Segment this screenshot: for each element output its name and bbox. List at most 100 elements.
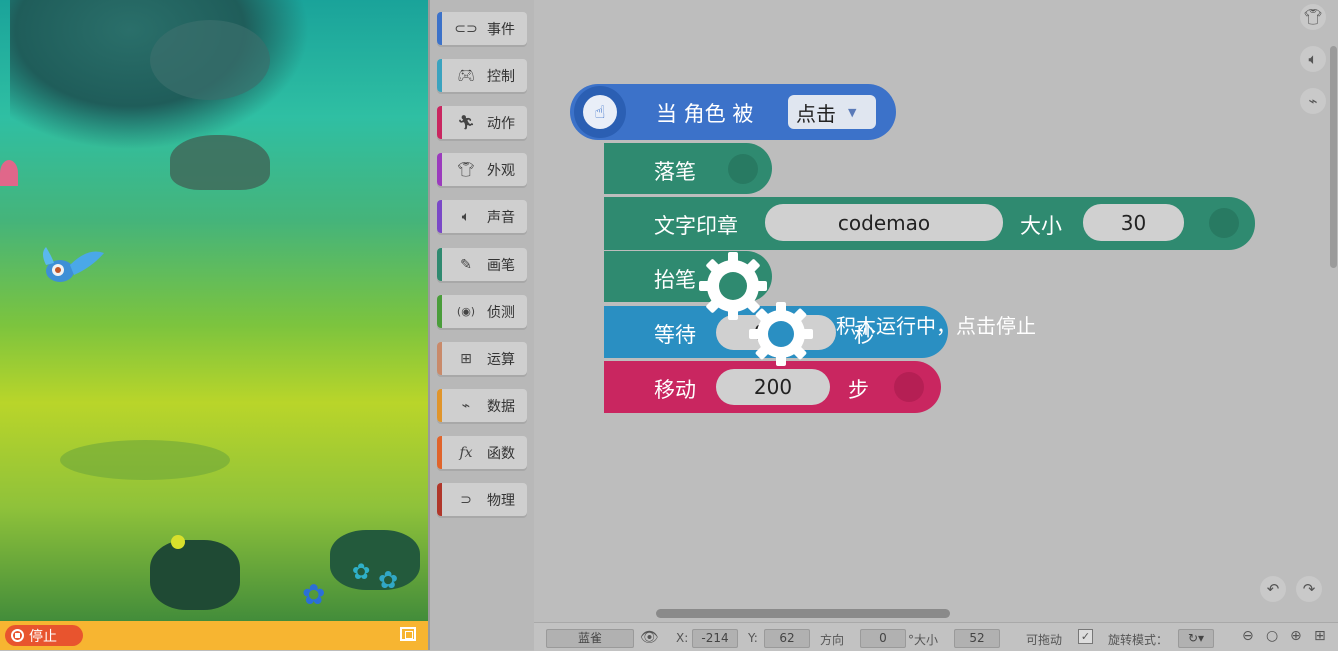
vertical-scrollbar[interactable]	[1330, 46, 1337, 268]
category-label: 控制	[487, 68, 515, 85]
ball-sprite[interactable]	[171, 535, 185, 549]
category-label: 画笔	[487, 257, 515, 274]
draggable-checkbox[interactable]: ✓	[1078, 629, 1093, 644]
rock	[150, 540, 240, 610]
draggable-label: 可拖动	[1026, 633, 1063, 647]
category-label: 运算	[487, 351, 515, 368]
tree-trunk	[150, 20, 270, 100]
speaker-icon: 🔈︎	[461, 208, 471, 225]
block-label: 移动	[654, 378, 696, 402]
gamepad-icon: 🎮︎	[457, 67, 475, 84]
category-event[interactable]: ⊂⊃ 事件	[437, 12, 527, 45]
category-functions[interactable]: fx 函数	[437, 436, 527, 469]
mushroom	[0, 160, 18, 186]
redo-icon[interactable]: ↷	[1296, 576, 1322, 602]
rotation-mode-select[interactable]: ↻▾	[1178, 629, 1214, 648]
sprite-status-bar: 蓝雀 👁︎ X: -214 Y: 62 方向 0 °大小 52 可拖动 ✓ 旋转…	[534, 622, 1338, 651]
block-label: 等待	[654, 323, 696, 347]
zoom-reset-icon[interactable]: ○	[1266, 628, 1278, 644]
flower: ✿	[378, 566, 399, 594]
category-pen[interactable]: ✎ 画笔	[437, 248, 527, 281]
magnet-icon: ⊃	[460, 491, 472, 508]
category-data[interactable]: ⌁ 数据	[437, 389, 527, 422]
rotation-mode-label: 旋转模式：	[1108, 633, 1169, 647]
chevron-down-icon: ▼	[848, 105, 857, 119]
sprite-name-field[interactable]: 蓝雀	[546, 629, 634, 648]
move-steps-input[interactable]: 200	[716, 369, 830, 405]
stamp-size-input[interactable]: 30	[1083, 204, 1184, 241]
category-label: 数据	[487, 398, 515, 415]
undo-icon[interactable]: ↶	[1260, 576, 1286, 602]
pen-down-block[interactable]: 落笔	[604, 143, 772, 194]
block-label: 落笔	[654, 160, 696, 184]
category-physics[interactable]: ⊃ 物理	[437, 483, 527, 516]
line-chart-icon[interactable]: ⌁	[1300, 88, 1326, 114]
x-field[interactable]: -214	[692, 629, 738, 648]
x-label: X:	[676, 631, 689, 645]
category-label: 动作	[487, 115, 515, 132]
line-chart-icon: ⌁	[461, 397, 471, 414]
category-label: 函数	[487, 445, 515, 462]
stop-icon	[11, 629, 24, 642]
flower: ✿	[302, 578, 326, 611]
category-color-bar	[437, 342, 442, 375]
horizontal-scrollbar[interactable]	[656, 609, 950, 618]
stamp-text-input[interactable]: codemao	[765, 204, 1003, 241]
rock	[170, 135, 270, 190]
block-hat: ☝	[574, 86, 626, 138]
category-label: 物理	[487, 492, 515, 509]
running-icon	[894, 372, 924, 402]
y-field[interactable]: 62	[764, 629, 810, 648]
category-label: 事件	[487, 21, 515, 38]
category-color-bar	[437, 200, 442, 233]
running-message[interactable]: 积木运行中，点击停止	[836, 310, 1036, 339]
pencil-icon	[728, 154, 758, 184]
sensor-icon: (◉)	[456, 305, 476, 318]
category-sensing[interactable]: (◉) 侦测	[437, 295, 527, 328]
speaker-icon[interactable]: 🔈︎	[1300, 46, 1326, 72]
category-label: 声音	[487, 209, 515, 226]
stop-button[interactable]: 停止	[5, 625, 83, 646]
running-icon: 🏃︎	[457, 114, 475, 131]
fullscreen-icon[interactable]	[400, 627, 416, 641]
category-color-bar	[437, 483, 442, 516]
category-color-bar	[437, 12, 442, 45]
block-label: 抬笔	[654, 268, 696, 292]
size-label: °大小	[908, 633, 939, 647]
size-field[interactable]: 52	[954, 629, 1000, 648]
category-label: 外观	[487, 162, 515, 179]
text-stamp-block[interactable]: 文字印章 codemao 大小 30	[604, 197, 1255, 250]
flower: ✿	[352, 560, 371, 585]
pencil-icon	[1209, 208, 1239, 238]
shirt-icon: 👕︎	[457, 161, 475, 178]
grid-icon[interactable]: ⊞	[1314, 628, 1326, 644]
category-color-bar	[437, 106, 442, 139]
stage-toolbar: 停止	[0, 621, 428, 650]
bird-sprite[interactable]	[36, 245, 106, 290]
category-looks[interactable]: 👕︎ 外观	[437, 153, 527, 186]
direction-label: 方向	[820, 633, 845, 647]
category-motion[interactable]: 🏃︎ 动作	[437, 106, 527, 139]
shirt-icon[interactable]: 👕︎	[1300, 4, 1326, 30]
ground-patch	[60, 440, 230, 480]
category-color-bar	[437, 389, 442, 422]
category-operators[interactable]: ⊞ 运算	[437, 342, 527, 375]
category-control[interactable]: 🎮︎ 控制	[437, 59, 527, 92]
zoom-in-icon[interactable]: ⊕	[1290, 628, 1302, 644]
function-icon: fx	[459, 444, 473, 461]
category-sound[interactable]: 🔈︎ 声音	[437, 200, 527, 233]
when-sprite-clicked-block[interactable]: ☝ 当 角色 被 点击 ▼	[570, 84, 896, 140]
block-category-palette: ⊂⊃ 事件 🎮︎ 控制 🏃︎ 动作 👕︎ 外观 🔈︎ 声音 ✎ 画笔 (◉) 侦…	[428, 0, 536, 650]
stage[interactable]: ✿ ✿ ✿	[0, 0, 428, 650]
toggle-icon: ⊂⊃	[454, 20, 478, 37]
y-label: Y:	[748, 631, 758, 645]
unit-label: 步	[848, 378, 869, 402]
eye-icon[interactable]: 👁︎	[640, 628, 659, 646]
direction-field[interactable]: 0	[860, 629, 906, 648]
category-color-bar	[437, 153, 442, 186]
category-color-bar	[437, 436, 442, 469]
event-dropdown[interactable]: 点击 ▼	[788, 95, 876, 129]
block-label: 文字印章	[654, 214, 738, 238]
rock	[330, 530, 420, 590]
zoom-out-icon[interactable]: ⊖	[1242, 628, 1254, 644]
